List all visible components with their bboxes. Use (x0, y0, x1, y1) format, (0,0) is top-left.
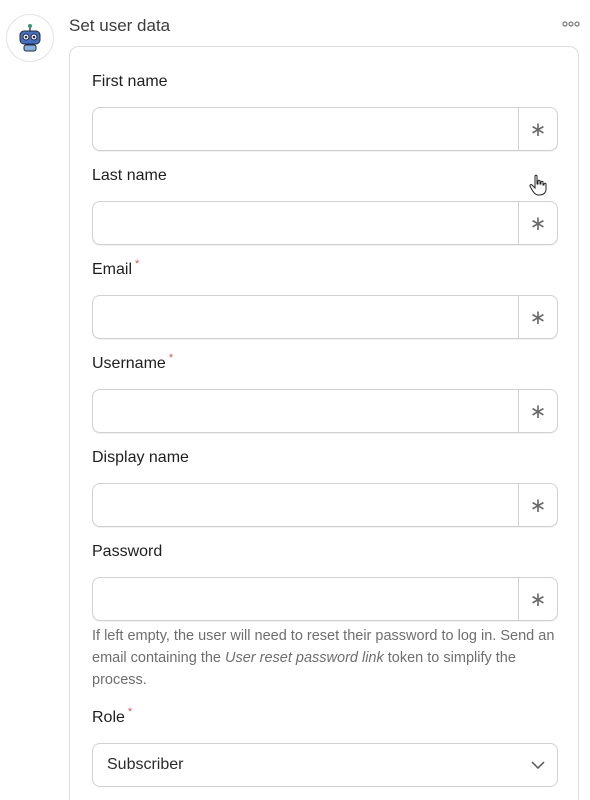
first-name-label-text: First name (92, 73, 168, 90)
email-label: Email * (92, 258, 558, 281)
required-marker: * (168, 352, 174, 364)
password-help-line1: If left empty, the user will need to res… (92, 628, 497, 644)
username-label: Username * (92, 352, 558, 375)
chevron-down-icon (531, 761, 545, 769)
first-name-token-button[interactable]: ∗ (518, 108, 557, 150)
email-field: Email * ∗ (92, 258, 558, 339)
display-name-label: Display name (92, 447, 558, 469)
robot-avatar (6, 14, 54, 62)
last-name-label: Last name (92, 165, 558, 187)
password-token-button[interactable]: ∗ (518, 578, 557, 620)
first-name-field: First name ∗ (92, 71, 558, 151)
password-help-text: If left empty, the user will need to res… (92, 625, 558, 691)
display-name-input[interactable] (93, 484, 518, 526)
hand-cursor-icon (529, 174, 547, 196)
first-name-input-group: ∗ (92, 107, 558, 151)
step-title: Set user data (69, 16, 171, 35)
role-label: Role * (92, 706, 558, 729)
role-select[interactable]: Subscriber (92, 743, 558, 787)
more-options-button[interactable] (560, 16, 582, 32)
first-name-input[interactable] (93, 108, 518, 150)
robot-icon (19, 24, 41, 52)
role-label-text: Role (92, 709, 125, 726)
role-field: Role * Subscriber (92, 706, 558, 787)
display-name-token-button[interactable]: ∗ (518, 484, 557, 526)
username-input-group: ∗ (92, 389, 558, 433)
username-label-text: Username (92, 355, 166, 372)
display-name-input-group: ∗ (92, 483, 558, 527)
required-marker: * (127, 706, 133, 718)
first-name-label: First name (92, 71, 558, 93)
last-name-token-button[interactable]: ∗ (518, 202, 557, 244)
last-name-input-group: ∗ (92, 201, 558, 245)
email-label-text: Email (92, 261, 133, 278)
display-name-field: Display name ∗ (92, 447, 558, 527)
username-field: Username * ∗ (92, 352, 558, 433)
page: Set user data First name ∗ Last name ∗ E… (0, 0, 590, 800)
last-name-input[interactable] (93, 202, 518, 244)
last-name-field: Last name ∗ (92, 165, 558, 245)
role-selected-value: Subscriber (107, 756, 184, 773)
email-token-button[interactable]: ∗ (518, 296, 557, 338)
password-input-group: ∗ (92, 577, 558, 621)
username-input[interactable] (93, 390, 518, 432)
password-label-text: Password (92, 543, 163, 560)
required-marker: * (135, 258, 140, 270)
last-name-label-text: Last name (92, 167, 167, 184)
password-field: Password ∗ (92, 541, 558, 621)
username-token-button[interactable]: ∗ (518, 390, 557, 432)
password-input[interactable] (93, 578, 518, 620)
password-label: Password (92, 541, 558, 563)
email-input-group: ∗ (92, 295, 558, 339)
more-horizontal-icon (562, 21, 580, 27)
email-input[interactable] (93, 296, 518, 338)
reset-link-token-name: User reset password link (225, 650, 384, 666)
display-name-label-text: Display name (92, 449, 189, 466)
settings-card: First name ∗ Last name ∗ Email * ∗ Userna… (69, 46, 579, 800)
